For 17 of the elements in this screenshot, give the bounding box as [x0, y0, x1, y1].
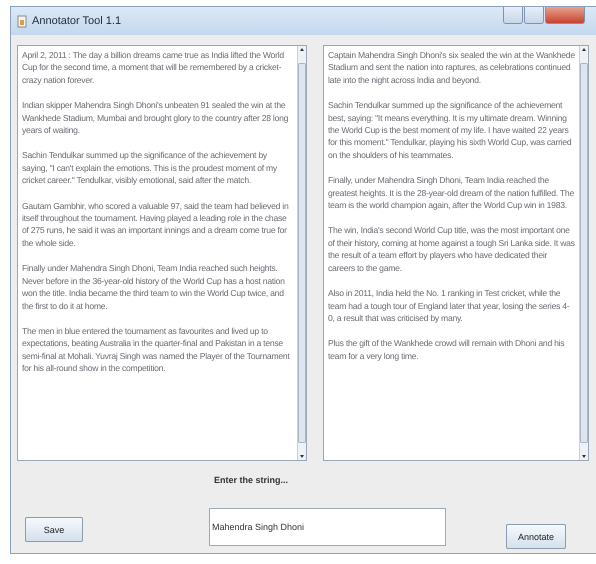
paragraph: Plus the gift of the Wankhede crowd will remain with Dhoni and his team for a very long time.: [328, 337, 566, 362]
save-button[interactable]: Save: [25, 517, 83, 542]
paragraph: Indian skipper Mahendra Singh Dhoni's unbeaten 91 sealed the win at the Wankhede Stadium, Mumbai and brought glory to the country after 28 long years of waiting.: [22, 99, 290, 136]
paragraph: Gautam Gambhir, who scored a valuable 97, said the team had believed in itself throughout the tournament. Having played a leading role in the chase of 275 runs, he said it was an important innings and a dream come true for the whole side.: [22, 200, 290, 250]
paragraph: April 2, 2011 : The day a billion dreams came true as India lifted the World Cup for the second time, a moment that will be remembered by a cricket-crazy nation forever.: [22, 49, 285, 86]
paragraph: Sachin Tendulkar summed up the significance of the achievement best, saying: "It means everything. It is my ultimate dream. Winning the World Cup is the best moment of my life. I have waited 22 years for this moment." Tendulkar, playing his sixth World Cup, was carried on the shoulders of his teammates.: [328, 99, 572, 162]
paragraph: Finally, under Mahendra Singh Dhoni, Team India reached the greatest heights. It is the 28-year-old dream of the nation fulfilled. The team is the world champion again, after the World Cup win in 1983.: [328, 174, 575, 212]
paragraph: Sachin Tendulkar summed up the significance of the achievement by saying, "I can't explain the emotions. This is the proudest moment of my cricket career." Tendulkar, visibly emotional, said after the match.: [22, 149, 278, 187]
annotate-button[interactable]: Annotate: [506, 524, 566, 549]
paragraph: Also in 2011, India held the No. 1 ranking in Test cricket, while the team had a tough tour of England later that year, losing the series 4-0, a result that was criticised by many.: [328, 287, 570, 324]
search-field[interactable]: Mahendra Singh Dhoni: [209, 508, 446, 546]
paragraph: The men in blue entered the tournament as favourites and lived up to expectations, beating Australia in the quarter-final and Pakistan in a tense semi-final at Mohali. Yuvraj Singh was named the Player of the Tournament for his all-round show in the competition.: [22, 324, 291, 375]
paragraph: Captain Mahendra Singh Dhoni's six sealed the win at the Wankhede Stadium and sent the nation into raptures, as celebrations continued late into the night across India and beyond.: [328, 49, 575, 86]
window-title: Annotator Tool 1.1: [32, 15, 122, 27]
paragraph: The win, India's second World Cup title, was the most important one of their history, coming at home against a tough Sri Lanka side. It was the result of a team effort by players who have dedicated their careers to the game.: [328, 224, 575, 274]
field-label: Enter the string...: [214, 475, 290, 485]
paragraph: Finally under Mahendra Singh Dhoni, Team India reached such heights. Never before in the 36-year-old history of the World Cup has a host nation won the title. India became the third team to win the World Cup twice, and the first to do it at home.: [22, 262, 286, 312]
